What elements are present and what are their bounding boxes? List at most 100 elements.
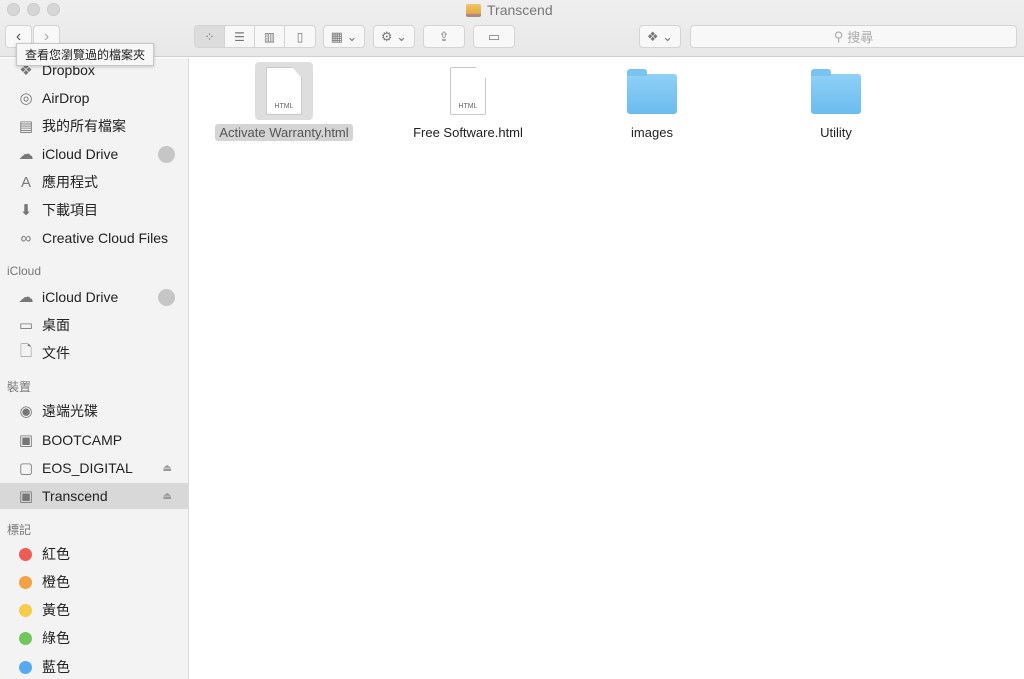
sidebar-item[interactable]: ▤ 我的所有檔案 bbox=[0, 113, 188, 139]
sidebar-item-label: EOS_DIGITAL bbox=[42, 460, 133, 476]
sidebar-item[interactable]: ⬇ 下載項目 bbox=[0, 197, 188, 223]
item-icon: HTML bbox=[439, 62, 497, 120]
item-name: images bbox=[631, 125, 673, 140]
sidebar-item[interactable]: ▣ BOOTCAMP bbox=[0, 427, 188, 453]
sidebar-item-label: BOOTCAMP bbox=[42, 432, 123, 448]
sidebar-item[interactable]: ☁ iCloud Drive bbox=[0, 141, 188, 167]
sidebar-item-label: 遠端光碟 bbox=[42, 403, 98, 419]
item-name: Activate Warranty.html bbox=[215, 124, 353, 141]
file-type-label: HTML bbox=[274, 103, 294, 110]
view-switcher: ⁘ ☰ ▥ ▯ bbox=[194, 25, 316, 48]
sidebar-item[interactable]: 藍色 bbox=[0, 654, 188, 679]
all-files-icon: ▤ bbox=[18, 118, 34, 135]
sidebar-item[interactable]: ◎ AirDrop bbox=[0, 85, 188, 111]
folder-icon bbox=[627, 69, 677, 114]
creative-cloud-icon: ∞ bbox=[20, 229, 32, 247]
sidebar-item-label: iCloud Drive bbox=[42, 289, 119, 305]
sidebar-item[interactable]: A 應用程式 bbox=[0, 169, 188, 195]
folder-icon bbox=[811, 69, 861, 114]
sidebar-item[interactable]: ∞ Creative Cloud Files bbox=[0, 225, 188, 251]
tag-color-dot bbox=[19, 660, 32, 674]
airdrop-icon: ◎ bbox=[19, 90, 33, 107]
sidebar-item-label: Creative Cloud Files bbox=[42, 230, 169, 246]
desktop-icon: ▭ bbox=[18, 317, 34, 334]
sidebar-section-header: 裝置 bbox=[7, 380, 32, 394]
sidebar-item-label: iCloud Drive bbox=[42, 146, 119, 162]
downloads-icon: ⬇ bbox=[19, 202, 33, 219]
progress-pie-icon bbox=[158, 288, 175, 306]
progress-pie-icon bbox=[158, 145, 175, 163]
cloud-icon: ☁ bbox=[18, 289, 34, 306]
sidebar-section-header: 標記 bbox=[7, 523, 32, 537]
sidebar-item-label: 藍色 bbox=[42, 659, 70, 675]
drive-icon bbox=[466, 3, 481, 17]
sidebar-item-label: 應用程式 bbox=[42, 174, 98, 190]
title-text: Transcend bbox=[487, 2, 553, 18]
html-file-icon: HTML bbox=[450, 67, 486, 115]
sidebar-item[interactable]: 橙色 bbox=[0, 569, 188, 595]
list-view-button[interactable]: ☰ bbox=[225, 26, 255, 47]
item-icon: HTML bbox=[255, 62, 313, 120]
search-icon: ⚲ bbox=[833, 28, 844, 44]
minimize-button[interactable] bbox=[27, 3, 40, 16]
drive-icon: ▣ bbox=[18, 432, 34, 449]
sidebar-section-header: iCloud bbox=[7, 264, 42, 278]
tag-color-dot bbox=[19, 631, 32, 645]
file-item[interactable]: HTML Free Software.html bbox=[388, 62, 548, 141]
tag-color-dot bbox=[19, 547, 32, 561]
sidebar: ❖ Dropbox ◎ AirDrop ▤ 我的所有檔案 ☁ iCloud Drive A 應用程… bbox=[0, 58, 189, 679]
search-field[interactable]: ⚲ 搜尋 bbox=[690, 25, 1017, 48]
sidebar-item[interactable]: ▭ 桌面 bbox=[0, 312, 188, 338]
tag-button[interactable]: ▭ bbox=[473, 25, 515, 48]
window-title: Transcend bbox=[466, 2, 553, 18]
zoom-button[interactable] bbox=[47, 3, 60, 16]
sidebar-item[interactable]: 黃色 bbox=[0, 597, 188, 623]
file-item[interactable]: HTML Activate Warranty.html bbox=[204, 62, 364, 141]
sidebar-item-label: Transcend bbox=[42, 488, 108, 504]
sidebar-item[interactable]: 綠色 bbox=[0, 625, 188, 651]
file-type-label: HTML bbox=[458, 103, 478, 110]
sidebar-item-label: AirDrop bbox=[42, 90, 90, 106]
cover-flow-button[interactable]: ▯ bbox=[285, 26, 315, 47]
sidebar-item-label: 桌面 bbox=[42, 317, 70, 333]
sidebar-item-label: 紅色 bbox=[42, 546, 70, 562]
dropbox-button[interactable]: ❖ ⌄ bbox=[639, 25, 681, 48]
sidebar-item-label: 我的所有檔案 bbox=[42, 118, 126, 134]
drive-icon: ▢ bbox=[18, 460, 34, 477]
sidebar-item[interactable]: ☁ iCloud Drive bbox=[0, 284, 188, 310]
tag-color-dot bbox=[19, 603, 32, 617]
sidebar-item[interactable]: ▢ EOS_DIGITAL ⏏ bbox=[0, 455, 188, 481]
sidebar-item[interactable]: 🗋 文件 bbox=[0, 340, 188, 366]
action-gear-button[interactable]: ⚙ ⌄ bbox=[373, 25, 415, 48]
tag-color-dot bbox=[19, 575, 32, 589]
sidebar-item[interactable]: 紅色 bbox=[0, 541, 188, 567]
column-view-button[interactable]: ▥ bbox=[255, 26, 285, 47]
share-button[interactable]: ⇪ bbox=[423, 25, 465, 48]
html-file-icon: HTML bbox=[266, 67, 302, 115]
sidebar-item-label: 黃色 bbox=[42, 602, 70, 618]
sidebar-item[interactable]: ◉ 遠端光碟 bbox=[0, 398, 188, 424]
close-button[interactable] bbox=[7, 3, 20, 16]
drive-icon: ▣ bbox=[18, 488, 34, 505]
eject-icon[interactable]: ⏏ bbox=[163, 463, 172, 474]
search-placeholder: 搜尋 bbox=[847, 30, 874, 45]
item-name: Utility bbox=[820, 125, 852, 140]
cloud-icon: ☁ bbox=[18, 146, 34, 163]
item-name: Free Software.html bbox=[413, 125, 523, 140]
item-icon bbox=[623, 62, 681, 120]
documents-icon: 🗋 bbox=[19, 342, 33, 360]
folder-item[interactable]: Utility bbox=[756, 62, 916, 141]
sidebar-item-label: 橙色 bbox=[42, 574, 70, 590]
icon-view-button[interactable]: ⁘ bbox=[195, 26, 225, 47]
folder-item[interactable]: images bbox=[572, 62, 732, 141]
disc-icon: ◉ bbox=[19, 403, 33, 420]
arrange-button[interactable]: ▦ ⌄ bbox=[323, 25, 365, 48]
sidebar-item-label: 綠色 bbox=[42, 630, 70, 646]
sidebar-item-label: 文件 bbox=[42, 345, 70, 361]
tooltip: 查看您瀏覽過的檔案夾 bbox=[16, 43, 155, 66]
item-icon bbox=[807, 62, 865, 120]
sidebar-item-label: 下載項目 bbox=[42, 202, 98, 218]
eject-icon[interactable]: ⏏ bbox=[163, 491, 172, 502]
applications-icon: A bbox=[20, 173, 31, 191]
sidebar-item[interactable]: ▣ Transcend ⏏ bbox=[0, 483, 188, 509]
